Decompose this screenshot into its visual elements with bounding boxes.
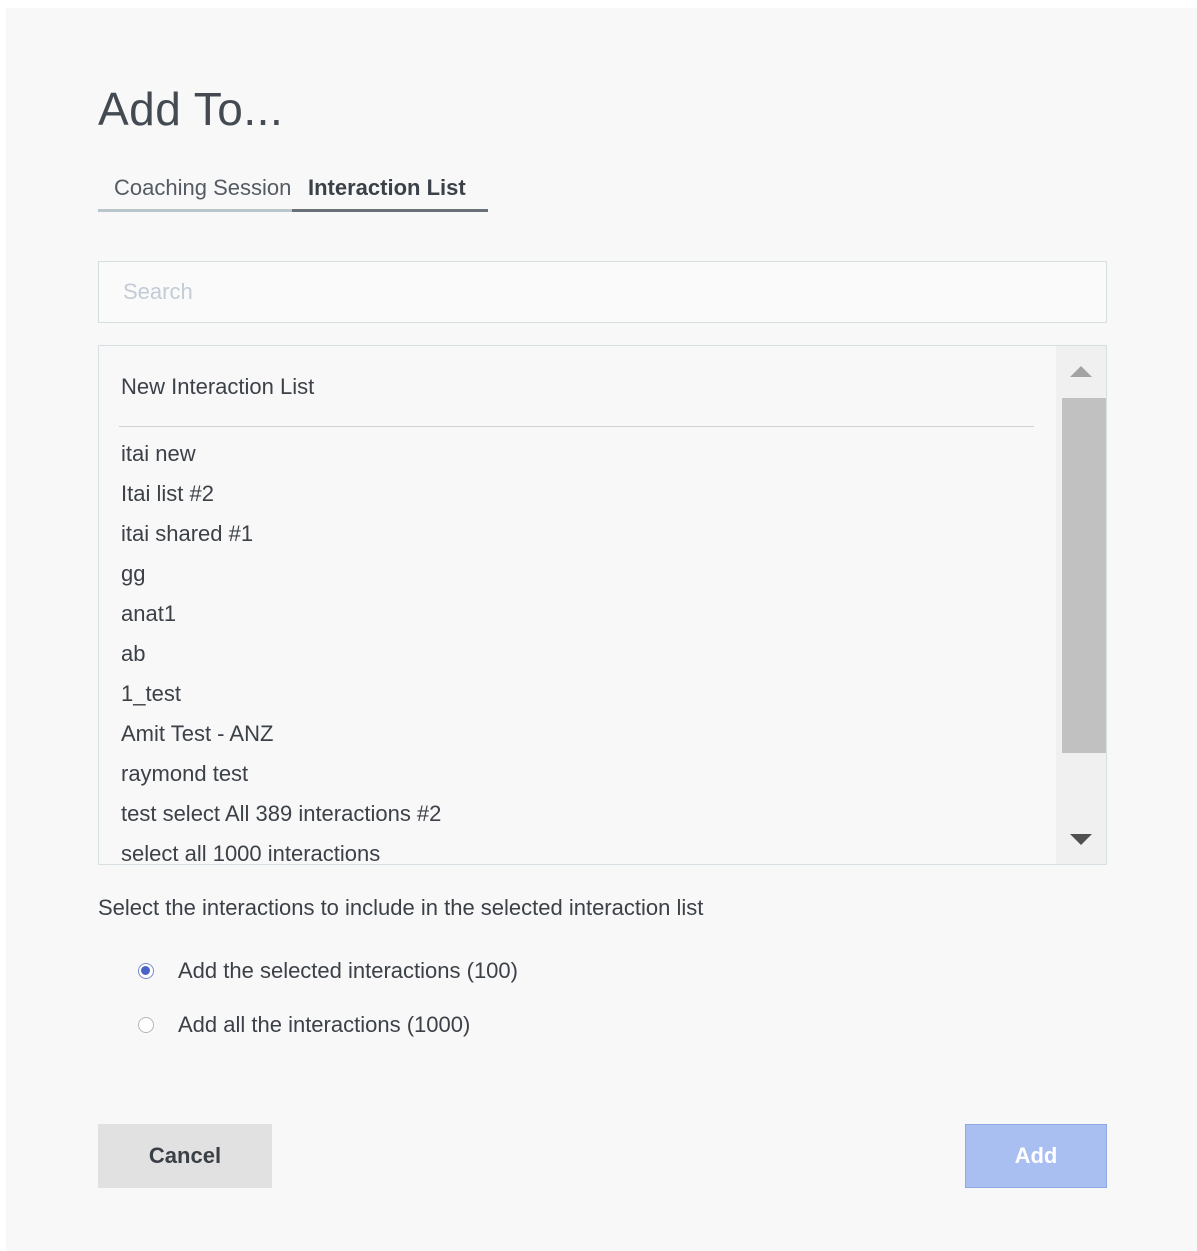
interaction-list-box: New Interaction List itai new Itai list … — [98, 345, 1107, 865]
list-item[interactable]: test select All 389 interactions #2 — [121, 794, 441, 834]
add-to-dialog: Add To... Coaching Session Interaction L… — [6, 8, 1197, 1251]
list-item[interactable]: Itai list #2 — [121, 474, 441, 514]
radio-button-checked[interactable] — [138, 963, 154, 979]
list-item[interactable]: 1_test — [121, 674, 441, 714]
list-item[interactable]: gg — [121, 554, 441, 594]
radio-label: Add all the interactions (1000) — [178, 1012, 471, 1037]
tab-coaching-session[interactable]: Coaching Session — [98, 172, 292, 212]
search-input[interactable] — [98, 261, 1107, 323]
triangle-down-icon — [1070, 833, 1092, 845]
scroll-up-button[interactable] — [1056, 346, 1106, 396]
list-item[interactable]: raymond test — [121, 754, 441, 794]
list-item[interactable]: anat1 — [121, 594, 441, 634]
new-interaction-list-item[interactable]: New Interaction List — [121, 374, 314, 400]
list-item[interactable]: Amit Test - ANZ — [121, 714, 441, 754]
list-item[interactable]: itai shared #1 — [121, 514, 441, 554]
interaction-list-items: itai new Itai list #2 itai shared #1 gg … — [121, 434, 441, 864]
radio-button-unchecked[interactable] — [138, 1017, 154, 1033]
scroll-down-button[interactable] — [1056, 814, 1106, 864]
dialog-title: Add To... — [98, 83, 284, 135]
list-item[interactable]: select all 1000 interactions — [121, 834, 441, 864]
list-scrollbar[interactable] — [1056, 346, 1106, 864]
add-button[interactable]: Add — [965, 1124, 1107, 1188]
list-item[interactable]: ab — [121, 634, 441, 674]
triangle-up-icon — [1070, 365, 1092, 377]
tab-bar: Coaching Session Interaction List — [98, 172, 488, 216]
list-divider — [119, 426, 1034, 427]
cancel-button[interactable]: Cancel — [98, 1124, 272, 1188]
radio-option-selected[interactable]: Add the selected interactions (100) — [138, 958, 518, 984]
scrollbar-thumb[interactable] — [1062, 398, 1106, 753]
radio-option-all[interactable]: Add all the interactions (1000) — [138, 1012, 470, 1038]
list-item[interactable]: itai new — [121, 434, 441, 474]
radio-label: Add the selected interactions (100) — [178, 958, 518, 983]
selection-instruction: Select the interactions to include in th… — [98, 895, 704, 920]
tab-interaction-list[interactable]: Interaction List — [292, 172, 488, 212]
